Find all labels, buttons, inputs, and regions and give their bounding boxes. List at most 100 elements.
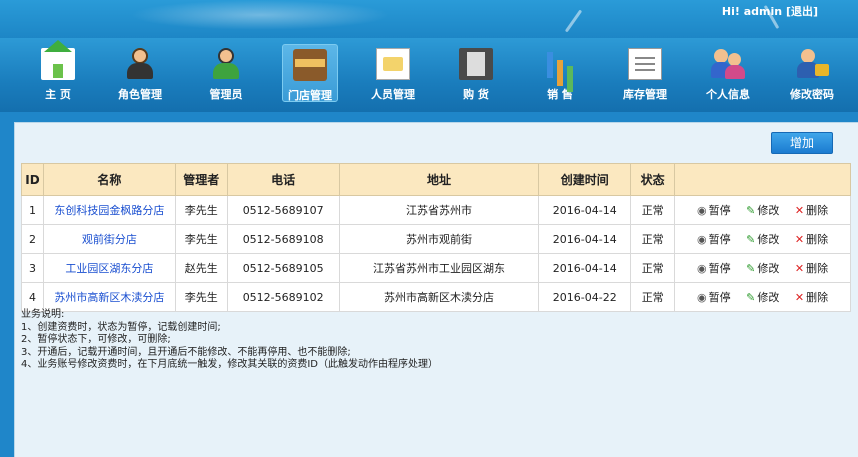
eye-icon: ◉ <box>697 233 707 246</box>
nav-item-purchase[interactable]: 购 货 <box>448 44 504 102</box>
cell-phone: 0512-5689102 <box>226 282 340 312</box>
cell-status: 正常 <box>630 253 676 283</box>
col-header-phone: 电话 <box>226 163 340 196</box>
nav-label: 个人信息 <box>706 88 750 101</box>
cell-status: 正常 <box>630 195 676 225</box>
delete-icon: ✕ <box>794 233 805 246</box>
nav-item-roles[interactable]: 角色管理 <box>112 44 168 102</box>
nav-item-password[interactable]: 修改密码 <box>784 44 840 102</box>
col-header-name: 名称 <box>42 163 176 196</box>
store-table: ID 名称 管理者 电话 地址 创建时间 状态 1 东创科技园金枫路分店 李先生… <box>21 163 851 312</box>
add-button[interactable]: 增加 <box>771 132 833 154</box>
cell-manager: 李先生 <box>174 224 228 254</box>
edit-button[interactable]: ✎ 修改 <box>746 260 779 276</box>
notes-line: 2、暂停状态下，可修改，可删除; <box>21 334 171 345</box>
nav-item-stores[interactable]: 门店管理 <box>282 44 338 102</box>
col-header-address: 地址 <box>338 163 540 196</box>
business-notes: 业务说明: 1、创建资费时，状态为暂停，记载创建时间; 2、暂停状态下，可修改，… <box>21 309 438 372</box>
notes-line: 4、业务账号修改资费时，在下月底统一触发，修改其关联的资费ID（此触发动作由程序… <box>21 359 439 370</box>
cell-address: 江苏省苏州市工业园区湖东 <box>338 253 540 283</box>
notes-title: 业务说明: <box>21 309 65 320</box>
pause-button[interactable]: ◉ 暂停 <box>697 231 731 247</box>
col-header-status: 状态 <box>630 163 676 196</box>
logout-link[interactable]: [退出] <box>786 5 818 18</box>
cell-id: 2 <box>21 224 44 254</box>
edit-icon: ✎ <box>746 262 756 275</box>
pause-button[interactable]: ◉ 暂停 <box>697 289 731 305</box>
edit-icon: ✎ <box>746 291 756 304</box>
role-icon <box>123 48 157 80</box>
nav-label: 购 货 <box>463 88 489 101</box>
password-icon <box>795 48 829 80</box>
delete-button[interactable]: ✕ 删除 <box>795 202 828 218</box>
cell-actions: ◉ 暂停 ✎ 修改 ✕ 删除 <box>674 224 851 254</box>
eye-icon: ◉ <box>697 262 707 275</box>
nav-label: 库存管理 <box>623 88 667 101</box>
profile-icon <box>711 48 745 80</box>
table-row: 2 观前街分店 李先生 0512-5689108 苏州市观前街 2016-04-… <box>21 224 851 254</box>
nav-label: 人员管理 <box>371 88 415 101</box>
table-header-row: ID 名称 管理者 电话 地址 创建时间 状态 <box>21 163 851 196</box>
nav-item-home[interactable]: 主 页 <box>30 40 86 102</box>
cell-id: 4 <box>21 282 44 312</box>
cell-address: 江苏省苏州市 <box>338 195 540 225</box>
cell-manager: 李先生 <box>174 195 228 225</box>
nav-label: 门店管理 <box>288 89 332 102</box>
nav-item-inventory[interactable]: 库存管理 <box>617 44 673 102</box>
pause-button[interactable]: ◉ 暂停 <box>697 260 731 276</box>
col-header-id: ID <box>21 163 44 196</box>
cell-address: 苏州市高新区木渎分店 <box>338 282 540 312</box>
table-row: 3 工业园区湖东分店 赵先生 0512-5689105 江苏省苏州市工业园区湖东… <box>21 253 851 283</box>
cell-phone: 0512-5689108 <box>226 224 340 254</box>
nav-label: 角色管理 <box>118 88 162 101</box>
edit-icon: ✎ <box>746 204 756 217</box>
nav-label: 修改密码 <box>790 88 834 101</box>
notes-line: 1、创建资费时，状态为暂停，记载创建时间; <box>21 321 221 333</box>
main-nav: 主 页 角色管理 管理员 门店管理 人员管理 购 货 销 售 库存管理 个人信息… <box>0 38 858 112</box>
nav-item-admins[interactable]: 管理员 <box>198 44 254 102</box>
store-name-link[interactable]: 工业园区湖东分店 <box>42 253 176 283</box>
nav-label: 管理员 <box>209 88 243 101</box>
cell-created: 2016-04-14 <box>538 253 632 283</box>
edit-button[interactable]: ✎ 修改 <box>746 231 779 247</box>
store-name-link[interactable]: 东创科技园金枫路分店 <box>42 195 176 225</box>
col-header-manager: 管理者 <box>174 163 228 196</box>
user-area: Hi! admin [退出] <box>722 3 818 19</box>
nav-item-profile[interactable]: 个人信息 <box>700 44 756 102</box>
cell-address: 苏州市观前街 <box>338 224 540 254</box>
user-greeting: Hi! admin <box>721 5 783 18</box>
cell-actions: ◉ 暂停 ✎ 修改 ✕ 删除 <box>674 282 851 312</box>
delete-icon: ✕ <box>794 291 805 304</box>
banner-glow <box>130 0 390 30</box>
table-row: 4 苏州市高新区木渎分店 李先生 0512-5689102 苏州市高新区木渎分店… <box>21 282 851 312</box>
delete-icon: ✕ <box>794 262 805 275</box>
cell-id: 3 <box>21 253 44 283</box>
admin-icon <box>209 48 243 80</box>
store-icon <box>293 49 327 81</box>
delete-button[interactable]: ✕ 删除 <box>795 289 828 305</box>
cell-phone: 0512-5689107 <box>226 195 340 225</box>
cell-created: 2016-04-22 <box>538 282 632 312</box>
edit-icon: ✎ <box>746 233 756 246</box>
nav-item-staff[interactable]: 人员管理 <box>365 44 421 102</box>
cell-manager: 李先生 <box>174 282 228 312</box>
cell-id: 1 <box>21 195 44 225</box>
nav-item-sales[interactable]: 销 售 <box>532 44 588 102</box>
nav-label: 主 页 <box>45 88 71 101</box>
col-header-actions <box>674 163 851 196</box>
purchase-icon <box>459 48 493 80</box>
staff-icon <box>376 48 410 80</box>
delete-button[interactable]: ✕ 删除 <box>795 260 828 276</box>
store-name-link[interactable]: 苏州市高新区木渎分店 <box>42 282 176 312</box>
store-name-link[interactable]: 观前街分店 <box>42 224 176 254</box>
delete-button[interactable]: ✕ 删除 <box>795 231 828 247</box>
pause-button[interactable]: ◉ 暂停 <box>697 202 731 218</box>
nav-label: 销 售 <box>547 88 573 101</box>
top-banner: Hi! admin [退出] <box>0 0 858 38</box>
eye-icon: ◉ <box>697 204 707 217</box>
cell-created: 2016-04-14 <box>538 224 632 254</box>
edit-button[interactable]: ✎ 修改 <box>746 202 779 218</box>
cell-status: 正常 <box>630 224 676 254</box>
cell-created: 2016-04-14 <box>538 195 632 225</box>
edit-button[interactable]: ✎ 修改 <box>746 289 779 305</box>
